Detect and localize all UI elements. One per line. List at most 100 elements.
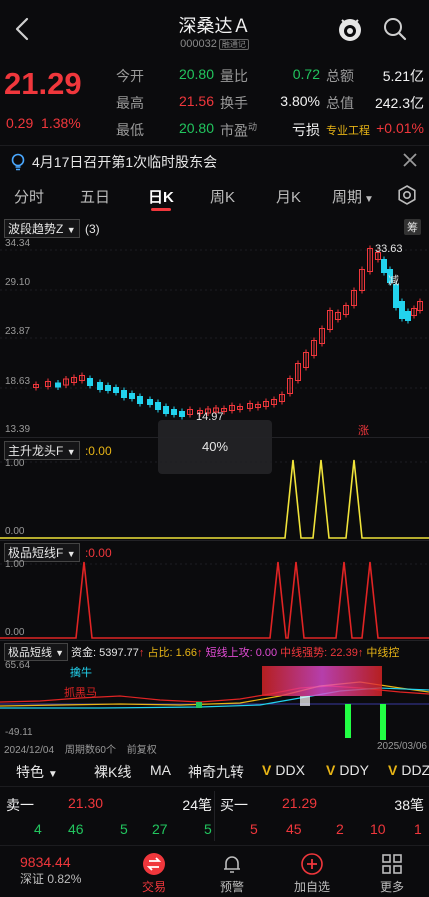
sell-detail: 5 xyxy=(204,821,212,837)
mark-zhang: 涨 xyxy=(358,424,369,436)
nav-alert[interactable]: 预警 xyxy=(202,852,262,895)
tab-month-k[interactable]: 月K xyxy=(276,186,301,207)
lightbulb-icon xyxy=(10,153,26,176)
value-high: 21.56 xyxy=(178,93,214,109)
label-vol-ratio: 量比 xyxy=(220,68,248,84)
tab-day-k[interactable]: 日K xyxy=(148,186,174,207)
search-icon[interactable] xyxy=(382,16,408,42)
settings-icon[interactable] xyxy=(396,184,418,211)
indicator-nine-turn[interactable]: 神奇九转 xyxy=(188,762,244,782)
label-pe: 市盈动 xyxy=(220,122,258,139)
candle-body xyxy=(137,396,143,404)
candle-body xyxy=(129,393,135,399)
candles-group xyxy=(33,245,423,420)
candle-body xyxy=(179,411,185,417)
vip-icon: V xyxy=(326,762,336,778)
order-book: 卖一 21.30 24笔 买一 21.29 38笔 4 46 5 27 5 5 … xyxy=(0,786,429,844)
value-turnover: 3.80% xyxy=(280,93,320,109)
sell-detail: 27 xyxy=(152,821,168,837)
panel4-chart: 擒牛 抓黑马 xyxy=(0,665,429,740)
high-marker: 33.63 xyxy=(375,243,403,255)
label-low: 最低 xyxy=(116,122,144,138)
caret-down-icon: ▼ xyxy=(47,769,58,780)
panel3-chart xyxy=(0,561,429,639)
candle-body xyxy=(87,378,93,386)
stock-title: 深桑达Ａ xyxy=(178,16,251,36)
date-axis: 2024/12/04 周期数60个 前复权 2025/03/06 xyxy=(4,741,429,756)
close-icon[interactable] xyxy=(402,152,418,173)
candle-body xyxy=(405,311,411,321)
tag-zhuahei: 抓黑马 xyxy=(64,685,97,699)
indicator-naked-k[interactable]: 裸K线 xyxy=(94,762,131,782)
buy-detail: 45 xyxy=(286,821,302,837)
sell-detail: 4 xyxy=(34,821,42,837)
adjust-mode: 前复权 xyxy=(126,745,157,756)
candle-body xyxy=(97,382,103,390)
grid-icon xyxy=(382,854,402,874)
plus-circle-icon xyxy=(301,853,323,875)
sell-price: 21.30 xyxy=(68,795,104,811)
mark-jian: 减 xyxy=(388,274,399,287)
period-tabs: 分时 五日 日K 周K 月K 周期 ▼ xyxy=(0,178,429,212)
current-price: 21.29 xyxy=(4,66,82,101)
buy-price: 21.29 xyxy=(282,795,318,811)
start-date: 2024/12/04 xyxy=(4,745,55,756)
sell-detail: 5 xyxy=(120,821,128,837)
sell-qty: 24笔 xyxy=(182,797,212,813)
trade-icon xyxy=(143,853,165,875)
label-amount: 总额 xyxy=(326,68,354,84)
notice-text: 4月17日召开第1次临时股东会 xyxy=(32,154,218,170)
change-percent: 1.38% xyxy=(41,115,81,131)
divider xyxy=(0,540,429,541)
caret-down-icon: ▼ xyxy=(55,648,64,658)
indicator-ma[interactable]: MA xyxy=(150,762,171,778)
tab-timeshare[interactable]: 分时 xyxy=(14,186,44,207)
index-widget[interactable]: 9834.44 深证 0.82% xyxy=(20,854,104,887)
active-tab-indicator xyxy=(151,208,171,211)
candle-body xyxy=(155,402,161,410)
index-label: 深证 0.82% xyxy=(20,872,82,886)
nav-trade[interactable]: 交易 xyxy=(124,852,184,895)
tab-week-k[interactable]: 周K xyxy=(210,186,235,207)
buy-qty: 38笔 xyxy=(394,797,424,813)
tab-period[interactable]: 周期 ▼ xyxy=(332,186,374,207)
divider xyxy=(0,640,429,641)
divider xyxy=(0,437,429,438)
indicator-feature[interactable]: 特色 ▼ xyxy=(16,762,58,782)
notice-bar[interactable]: 4月17日召开第1次临时股东会 xyxy=(0,145,429,175)
candlestick-chart[interactable]: 33.63 14.97 减 涨 xyxy=(0,236,429,436)
stock-code-text: 000032 xyxy=(180,38,217,50)
sell-label: 卖一 xyxy=(6,797,34,813)
candle-body xyxy=(121,390,127,398)
panel2-chart xyxy=(0,459,429,539)
chip-button[interactable]: 筹 xyxy=(404,219,421,235)
buy-detail: 10 xyxy=(370,821,386,837)
caret-down-icon: ▼ xyxy=(364,194,374,205)
header: 深桑达Ａ 000032 融通记 xyxy=(0,0,429,58)
indicator-ddy[interactable]: V DDY xyxy=(326,762,369,778)
period-count: 周期数60个 xyxy=(64,745,116,756)
indicator-row: 特色 ▼ 裸K线 MA 神奇九转 V DDX V DDY V DDZ xyxy=(0,758,429,784)
indicator-ddz[interactable]: V DDZ xyxy=(388,762,429,778)
candle-body xyxy=(147,399,153,405)
nav-more[interactable]: 更多 xyxy=(362,852,422,895)
buy-detail: 5 xyxy=(250,821,258,837)
candle-body xyxy=(393,284,399,308)
robot-assistant-icon[interactable] xyxy=(336,14,364,44)
bottom-bar: 9834.44 深证 0.82% 交易 预警 加自选 更多 xyxy=(0,845,429,897)
code-tag: 融通记 xyxy=(218,39,249,50)
sector-name[interactable]: 专业工程 xyxy=(326,122,370,138)
indicator-ddx[interactable]: V DDX xyxy=(262,762,305,778)
tab-five-day[interactable]: 五日 xyxy=(80,186,110,207)
nav-add-watchlist[interactable]: 加自选 xyxy=(282,852,342,895)
candle-body xyxy=(55,382,61,388)
tag-qinniu: 擒牛 xyxy=(70,665,92,679)
sell-detail: 46 xyxy=(68,821,84,837)
candle-body xyxy=(381,259,387,273)
vip-icon: V xyxy=(388,762,398,778)
value-low: 20.80 xyxy=(178,120,214,136)
panel3-line xyxy=(0,561,429,639)
label-mktcap: 总值 xyxy=(326,95,354,111)
candle-body xyxy=(171,409,177,415)
buy-label: 买一 xyxy=(220,797,248,813)
